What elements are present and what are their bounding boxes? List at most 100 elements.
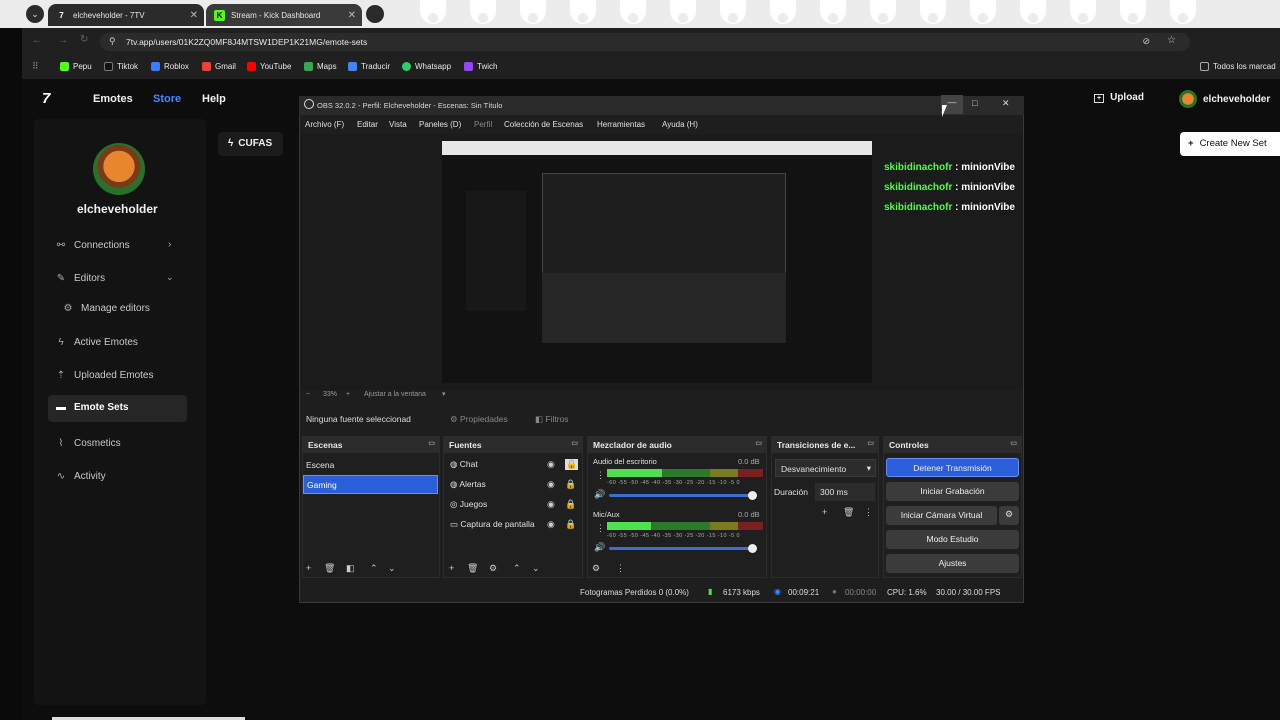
more-icon[interactable]: ⋮: [596, 523, 605, 534]
lock-icon[interactable]: 🔒: [565, 519, 576, 530]
more-icon[interactable]: ⋮: [596, 470, 605, 481]
more-icon[interactable]: ⋮: [616, 563, 625, 574]
sidebar-item-cosmetics[interactable]: ⌇ Cosmetics: [56, 438, 121, 449]
new-tab-button[interactable]: [366, 5, 384, 23]
close-icon[interactable]: ✕: [1002, 98, 1010, 109]
filter-icon[interactable]: ◧: [346, 563, 355, 574]
site-info-icon[interactable]: ⚲: [109, 36, 116, 47]
nav-store[interactable]: Store: [153, 93, 181, 105]
sidebar-item-editors[interactable]: ✎ Editors: [56, 273, 105, 284]
source-item[interactable]: ◍ Chat: [450, 459, 478, 470]
eye-icon[interactable]: ◉: [547, 479, 555, 490]
settings-button[interactable]: Ajustes: [886, 554, 1019, 573]
bookmark-whatsapp[interactable]: Whatsapp: [402, 62, 451, 71]
sidebar-item-emote-sets[interactable]: ▬ Emote Sets: [56, 402, 128, 413]
sidebar-item-connections[interactable]: ⚯ Connections: [56, 240, 130, 251]
back-icon[interactable]: ←: [32, 35, 42, 46]
bookmark-maps[interactable]: Maps: [304, 62, 337, 71]
trash-icon[interactable]: 🗑: [843, 507, 854, 518]
forward-icon[interactable]: →: [58, 35, 68, 46]
filters-button[interactable]: ◧ Filtros: [535, 414, 569, 425]
down-icon[interactable]: ⌄: [388, 563, 396, 574]
add-icon[interactable]: +: [449, 563, 454, 573]
more-icon[interactable]: ⋮: [864, 507, 873, 518]
url-input[interactable]: ⚲ 7tv.app/users/01K2ZQ0MF8J4MTSW1DEP1K21…: [100, 33, 1190, 51]
lock-icon[interactable]: 🔒: [565, 479, 576, 490]
zoom-out-icon[interactable]: −: [306, 391, 310, 398]
lock-icon[interactable]: 🔒: [565, 459, 579, 470]
cufas-button[interactable]: ϟ CUFAS: [218, 132, 283, 156]
tab-list-button[interactable]: ⌄: [26, 5, 44, 23]
lock-icon[interactable]: 🔒: [565, 499, 576, 510]
up-icon[interactable]: ⌃: [513, 563, 521, 574]
all-bookmarks[interactable]: Todos los marcad: [1200, 62, 1276, 71]
down-icon[interactable]: ⌄: [532, 563, 540, 574]
obs-title-bar[interactable]: OBS 32.0.2 - Perfil: Elcheveholder - Esc…: [299, 95, 1024, 115]
start-recording-button[interactable]: Iniciar Grabación: [886, 482, 1019, 501]
tab-7tv[interactable]: 7 elcheveholder - 7TV ✕: [48, 4, 204, 26]
bookmark-pepu[interactable]: Pepu: [60, 62, 92, 71]
menu-herramientas[interactable]: Herramientas: [597, 120, 645, 129]
nav-help[interactable]: Help: [202, 93, 226, 105]
menu-archivo[interactable]: Archivo (F): [305, 120, 344, 129]
source-item[interactable]: ◎ Juegos: [450, 499, 487, 510]
add-icon[interactable]: +: [306, 563, 311, 573]
menu-editar[interactable]: Editar: [357, 120, 378, 129]
speaker-icon[interactable]: 🔊: [594, 542, 605, 553]
duration-input[interactable]: 300 ms: [815, 483, 875, 501]
trash-icon[interactable]: 🗑: [324, 563, 335, 574]
gear-icon[interactable]: ⚙: [592, 563, 600, 574]
bookmark-youtube[interactable]: YouTube: [247, 62, 291, 71]
bookmark-twich[interactable]: Twich: [464, 62, 497, 71]
bookmark-traducir[interactable]: Traducir: [348, 62, 390, 71]
reload-icon[interactable]: ↻: [80, 34, 88, 45]
gear-icon[interactable]: ⚙: [489, 563, 497, 574]
menu-vista[interactable]: Vista: [389, 120, 407, 129]
menu-paneles[interactable]: Paneles (D): [419, 120, 461, 129]
sidebar-item-active-emotes[interactable]: ϟ Active Emotes: [56, 337, 138, 348]
fit-window-label[interactable]: Ajustar a la ventana: [364, 391, 426, 398]
sidebar-item-uploaded-emotes[interactable]: ⇡ Uploaded Emotes: [56, 370, 154, 381]
bookmark-roblox[interactable]: Roblox: [151, 62, 189, 71]
menu-ayuda[interactable]: Ayuda (H): [662, 120, 698, 129]
transition-select[interactable]: Desvanecimiento ▾: [775, 459, 876, 477]
eye-icon[interactable]: ◉: [547, 499, 555, 510]
stop-streaming-button[interactable]: Detener Transmisión: [886, 458, 1019, 477]
add-icon[interactable]: +: [822, 507, 827, 517]
chevron-down-icon[interactable]: ▾: [442, 390, 446, 398]
volume-slider[interactable]: [609, 544, 757, 553]
menu-perfil[interactable]: Perfil: [474, 120, 492, 129]
create-new-set-button[interactable]: + Create New Set: [1180, 132, 1280, 156]
menu-coleccion[interactable]: Colección de Escenas: [504, 120, 583, 129]
user-menu[interactable]: elcheveholder: [1179, 90, 1270, 108]
source-item[interactable]: ◍ Alertas: [450, 479, 486, 490]
maximize-icon[interactable]: □: [972, 98, 977, 108]
zoom-in-icon[interactable]: +: [346, 391, 350, 398]
speaker-icon[interactable]: 🔊: [594, 489, 605, 500]
trash-icon[interactable]: 🗑: [467, 563, 478, 574]
star-icon[interactable]: ☆: [1167, 35, 1176, 46]
upload-button[interactable]: + Upload: [1094, 92, 1144, 103]
start-virtual-camera-button[interactable]: Iniciar Cámara Virtual: [886, 506, 997, 525]
sidebar-item-activity[interactable]: ∿ Activity: [56, 471, 106, 482]
nav-emotes[interactable]: Emotes: [93, 93, 133, 105]
properties-button[interactable]: ⚙ Propiedades: [450, 414, 508, 425]
bookmark-tiktok[interactable]: Tiktok: [104, 62, 138, 71]
eye-icon[interactable]: ◉: [547, 459, 555, 470]
bookmark-gmail[interactable]: Gmail: [202, 62, 236, 71]
sidebar-item-manage-editors[interactable]: ⚙ Manage editors: [63, 303, 150, 314]
scene-item[interactable]: Escena: [306, 460, 334, 470]
scene-item-selected[interactable]: Gaming: [303, 475, 438, 494]
eye-off-icon[interactable]: ⊘: [1142, 36, 1150, 47]
eye-icon[interactable]: ◉: [547, 519, 555, 530]
source-item[interactable]: ▭ Captura de pantalla: [450, 519, 535, 530]
7tv-logo-icon[interactable]: 7: [42, 90, 50, 107]
up-icon[interactable]: ⌃: [370, 563, 378, 574]
chevron-down-icon[interactable]: ⌄: [166, 272, 174, 283]
chevron-right-icon[interactable]: ›: [168, 239, 171, 250]
close-icon[interactable]: ✕: [348, 10, 356, 21]
studio-mode-button[interactable]: Modo Estudio: [886, 530, 1019, 549]
apps-icon[interactable]: ⠿: [32, 61, 39, 72]
close-icon[interactable]: ✕: [190, 10, 198, 21]
volume-slider[interactable]: [609, 491, 757, 500]
